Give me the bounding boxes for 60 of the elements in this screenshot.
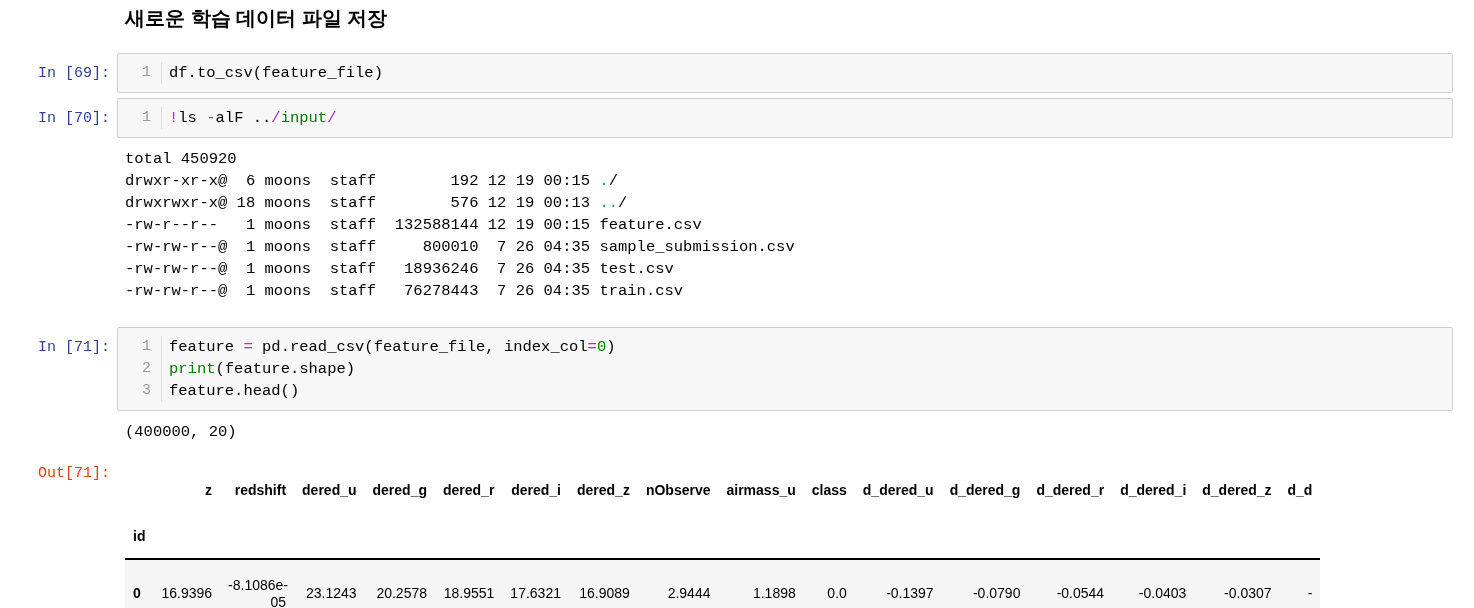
column-header: redshift [233, 480, 288, 500]
column-header: dered_u [301, 480, 358, 500]
line-number: 1 [141, 108, 151, 128]
table-cell: 20.2578 [364, 559, 435, 608]
table-cell: -0.0544 [1028, 559, 1113, 608]
output-line: drwxrwxr-x@ 18 moons staff 576 12 19 00:13 ../ [125, 193, 629, 214]
input-prompt: In [70]: [37, 109, 111, 129]
output-line: -rw-r--r-- 1 moons staff 132588144 12 19 00:15 feature.csv [125, 215, 703, 236]
input-prompt: In [69]: [37, 64, 111, 84]
output-line: (400000, 20) [125, 422, 237, 443]
code-line: feature.head() [169, 381, 301, 402]
column-header: dered_r [442, 480, 496, 500]
code-line: df.to_csv(feature_file) [169, 63, 383, 84]
column-header: nObserve [644, 480, 712, 500]
column-header: d_dered_g [948, 480, 1022, 500]
column-header: dered_g [371, 480, 428, 500]
table-cell: -8.1086e-05 [220, 559, 295, 608]
input-prompt: In [71]: [37, 338, 111, 358]
output-line: drwxr-xr-x@ 6 moons staff 192 12 19 00:15 ./ [125, 171, 619, 192]
column-header: d_dered_z [1201, 480, 1273, 500]
table-cell: 16.9089 [568, 559, 638, 608]
table-cell: -0.0307 [1194, 559, 1280, 608]
output-line: -rw-rw-r--@ 1 moons staff 800010 7 26 04:35 sample_submission.csv [125, 237, 795, 258]
table-cell: 2.9444 [637, 559, 719, 608]
code-cell[interactable]: 1 df.to_csv(feature_file) [117, 53, 1453, 93]
output-line: -rw-rw-r--@ 1 moons staff 18936246 7 26 04:35 test.csv [125, 259, 675, 280]
output-line: -rw-rw-r--@ 1 moons staff 76278443 7 26 04:35 train.csv [125, 281, 685, 302]
line-number: 1 [141, 63, 151, 83]
code-cell[interactable]: 1 2 3 feature = pd.read_csv(feature_file, index_col=0) print(feature.shape) feature.head() [117, 327, 1453, 411]
table-cell: - [1279, 559, 1321, 608]
table-cell: 23.1243 [294, 559, 365, 608]
column-header: d_dered_u [861, 480, 935, 500]
table-cell: 0.0 [803, 559, 855, 608]
line-number: 2 [141, 359, 151, 379]
column-header: dered_i [510, 480, 562, 500]
table-cell: -0.1397 [854, 559, 942, 608]
column-header: z [204, 480, 214, 500]
table-cell: 1.1898 [718, 559, 804, 608]
table-cell: -0.0403 [1112, 559, 1195, 608]
index-header: id [125, 515, 154, 559]
table-cell: 18.9551 [435, 559, 503, 608]
table-cell: 16.9396 [153, 559, 221, 608]
row-index: 0 [125, 559, 154, 608]
section-heading: 새로운 학습 데이터 파일 저장 [125, 6, 389, 31]
column-header: class [810, 480, 848, 500]
column-header: d_dered_r [1035, 480, 1106, 500]
output-prompt: Out[71]: [37, 464, 111, 484]
column-header: d_dered_i [1119, 480, 1188, 500]
line-number: 3 [141, 381, 151, 401]
column-header: d_d [1286, 480, 1314, 500]
code-line: feature = pd.read_csv(feature_file, index_col=0) [169, 337, 616, 358]
code-line: print(feature.shape) [169, 359, 357, 380]
column-header: dered_z [575, 480, 631, 500]
column-header: airmass_u [725, 480, 797, 500]
table-cell: 17.6321 [502, 559, 569, 608]
code-line: !ls -alF ../input/ [169, 108, 337, 129]
output-line: total 450920 [125, 149, 238, 170]
code-cell[interactable]: 1 !ls -alF ../input/ [117, 98, 1453, 138]
table-cell: -0.0790 [941, 559, 1029, 608]
line-number: 1 [141, 337, 151, 357]
